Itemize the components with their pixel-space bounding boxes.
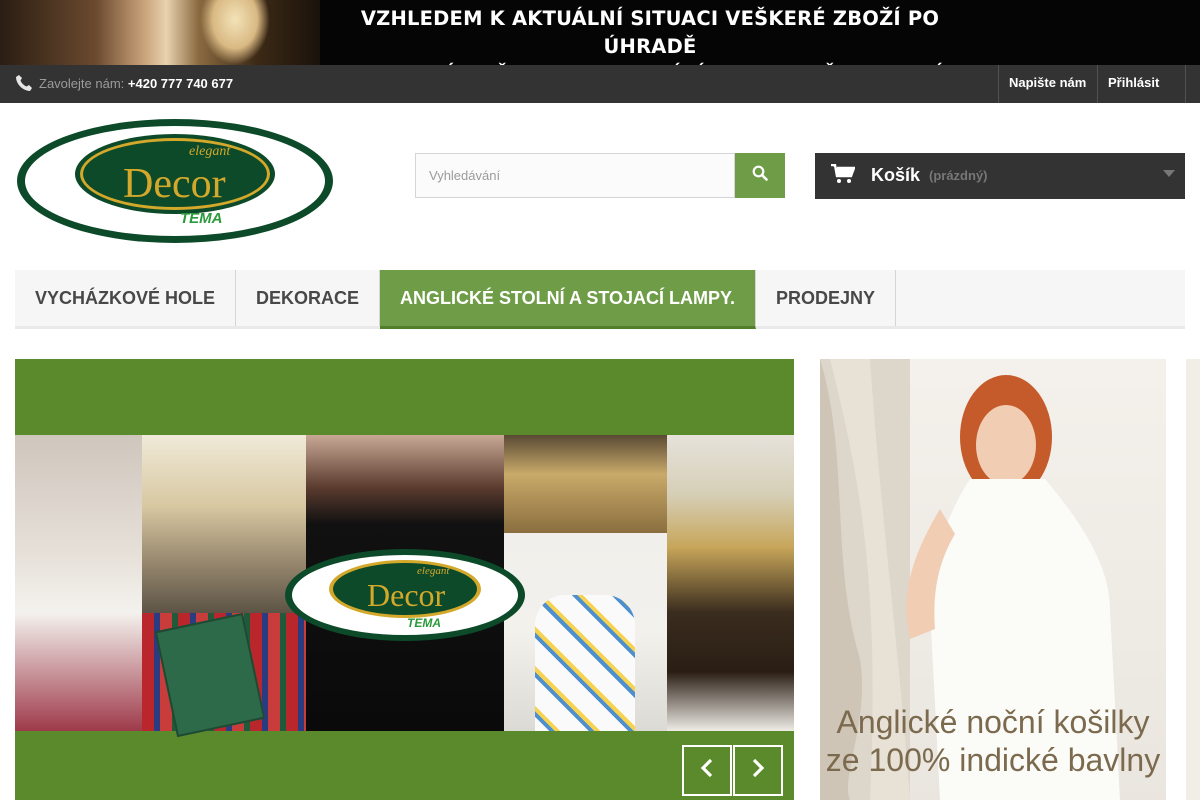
cart-icon xyxy=(831,163,856,184)
contact-phone: Zavolejte nám: +420 777 740 677 xyxy=(39,76,233,91)
home-slider: elegant Decor TEMA xyxy=(15,359,794,800)
lamp-tile xyxy=(15,435,142,731)
lamp-tile xyxy=(667,435,794,731)
cart-status: (prázdný) xyxy=(929,168,988,183)
slider-image[interactable]: elegant Decor TEMA xyxy=(15,435,794,738)
phone-icon xyxy=(15,74,33,92)
slider-logo-brand: TEMA xyxy=(407,616,441,630)
ad-caption-line-2: ze 100% indické bavlny xyxy=(825,742,1161,778)
logo-text-brand: TEMA xyxy=(180,210,223,227)
slider-logo: elegant Decor TEMA xyxy=(283,547,527,643)
call-label: Zavolejte nám: xyxy=(39,76,125,91)
search-icon xyxy=(752,165,768,186)
cart-button[interactable]: Košík (prázdný) xyxy=(815,153,1185,199)
logo-text-small: elegant xyxy=(189,144,231,159)
search-input[interactable] xyxy=(416,154,734,197)
slider-logo-small: elegant xyxy=(417,565,450,577)
lamp-tile xyxy=(142,435,306,613)
pajama-tile xyxy=(535,595,635,731)
chevron-right-icon xyxy=(751,758,765,783)
phone-number[interactable]: +420 777 740 677 xyxy=(128,76,233,91)
promo-banner[interactable]: VZHLEDEM K AKTUÁLNÍ SITUACI VEŠKERÉ ZBOŽ… xyxy=(0,0,1200,114)
nightgown-ad[interactable]: Anglické noční košilky ze 100% indické b… xyxy=(820,359,1166,800)
ad-caption: Anglické noční košilky ze 100% indické b… xyxy=(820,703,1166,779)
menu-item-decorations[interactable]: DEKORACE xyxy=(236,270,381,326)
menu-item-walking-sticks[interactable]: VYCHÁZKOVÉ HOLE xyxy=(15,270,237,326)
cart-label: Košík xyxy=(871,165,921,185)
menu-item-lamps[interactable]: ANGLICKÉ STOLNÍ A STOJACÍ LAMPY. xyxy=(380,270,757,329)
login-link[interactable]: Přihlásit se xyxy=(1097,65,1186,125)
slider-prev-button[interactable] xyxy=(682,745,732,796)
banner-photo xyxy=(0,0,320,65)
main-menu: VYCHÁZKOVÉ HOLE DEKORACE ANGLICKÉ STOLNÍ… xyxy=(15,270,1185,329)
side-ad-edge xyxy=(1186,359,1200,800)
slider-next-button[interactable] xyxy=(733,745,783,796)
search-box xyxy=(415,153,735,198)
banner-line-1: VZHLEDEM K AKTUÁLNÍ SITUACI VEŠKERÉ ZBOŽ… xyxy=(360,7,940,58)
slider-logo-main: Decor xyxy=(367,577,446,613)
ad-caption-line-1: Anglické noční košilky xyxy=(836,704,1150,740)
search-button[interactable] xyxy=(735,153,785,198)
lamp-tile xyxy=(504,435,667,533)
top-nav: Zavolejte nám: +420 777 740 677 Napište … xyxy=(0,65,1200,125)
contact-us-link[interactable]: Napište nám xyxy=(998,65,1096,103)
site-logo[interactable]: elegant Decor TEMA xyxy=(15,117,335,247)
chevron-left-icon xyxy=(700,758,714,783)
menu-item-stores[interactable]: PRODEJNY xyxy=(756,270,897,326)
logo-text-main: Decor xyxy=(123,161,226,207)
chevron-down-icon xyxy=(1163,170,1175,177)
